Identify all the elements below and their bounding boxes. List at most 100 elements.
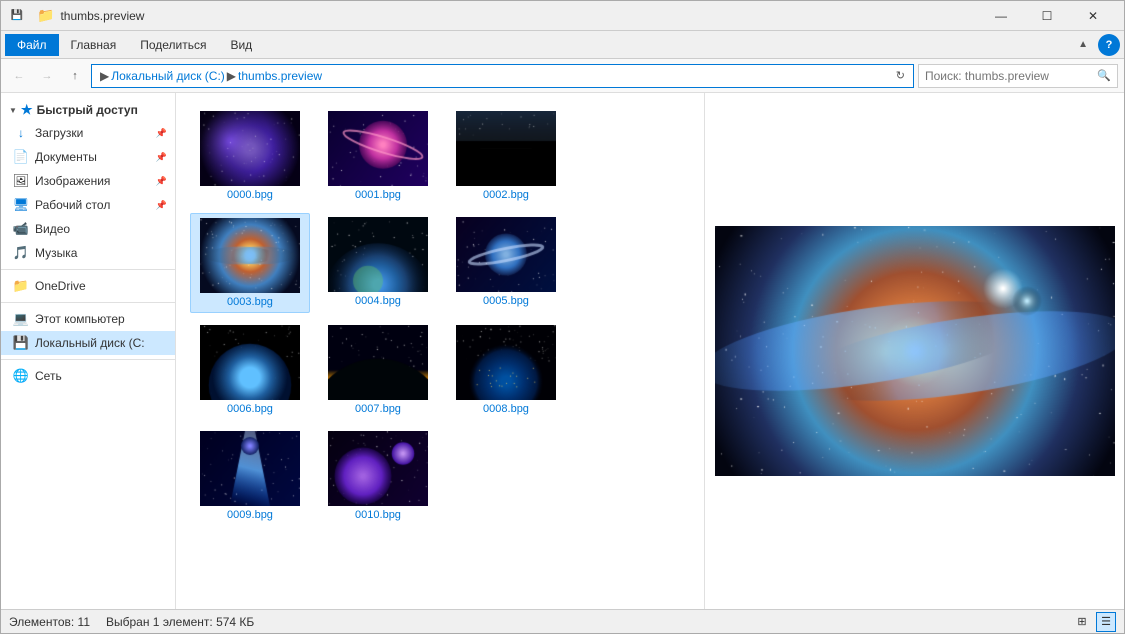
preview-canvas (715, 226, 1115, 476)
thumb-label-10: 0010.bpg (355, 509, 401, 521)
sidebar-divider-3 (1, 359, 175, 360)
sidebar-label-documents: Документы (35, 150, 150, 164)
sidebar-divider-1 (1, 269, 175, 270)
status-right: ⊞ ☰ (1072, 612, 1116, 632)
menu-share[interactable]: Поделиться (128, 34, 218, 56)
sidebar-item-onedrive[interactable]: 📁 OneDrive (1, 274, 175, 298)
thumb-label-1: 0001.bpg (355, 189, 401, 201)
search-icon[interactable]: 🔍 (1097, 69, 1111, 82)
sidebar-item-this-pc[interactable]: 💻 Этот компьютер (1, 307, 175, 331)
nav-back-button[interactable]: ← (7, 64, 31, 88)
menu-bar: Файл Главная Поделиться Вид ▲ ? (1, 31, 1124, 59)
file-item-9[interactable]: 0009.bpg (190, 427, 310, 525)
file-item-7[interactable]: 0007.bpg (318, 321, 438, 419)
nav-forward-button[interactable]: → (35, 64, 59, 88)
file-item-5[interactable]: 0005.bpg (446, 213, 566, 313)
sidebar-divider-2 (1, 302, 175, 303)
menu-chevron-icon[interactable]: ▲ (1072, 35, 1094, 54)
pin-icon-downloads: 📌 (156, 128, 167, 139)
file-item-1[interactable]: 0001.bpg (318, 107, 438, 205)
address-path: ▶ Локальный диск (C:) ▶ thumbs.preview (100, 69, 322, 83)
menu-file[interactable]: Файл (5, 34, 59, 56)
downloads-icon: ↓ (13, 125, 29, 141)
desktop-icon: 🖥 (13, 197, 29, 213)
sidebar-item-downloads[interactable]: ↓ Загрузки 📌 (1, 121, 175, 145)
sidebar-item-desktop[interactable]: 🖥 Рабочий стол 📌 (1, 193, 175, 217)
sidebar-item-music[interactable]: 🎵 Музыка (1, 241, 175, 265)
thumb-label-8: 0008.bpg (483, 403, 529, 415)
menu-right-icons: ▲ ? (1072, 34, 1120, 56)
documents-icon: 📄 (13, 149, 29, 165)
sidebar-label-onedrive: OneDrive (35, 279, 167, 293)
search-box: 🔍 (918, 64, 1118, 88)
view-list-button[interactable]: ☰ (1096, 612, 1116, 632)
quick-access-header[interactable]: ▼ ★ Быстрый доступ (1, 99, 175, 121)
pin-icon-images: 📌 (156, 176, 167, 187)
menu-help-button[interactable]: ? (1098, 34, 1120, 56)
sidebar-label-images: Изображения (35, 174, 150, 188)
thumb-label-0: 0000.bpg (227, 189, 273, 201)
thumb-label-4: 0004.bpg (355, 295, 401, 307)
title-bar: 💾 📁 thumbs.preview — ☐ ✕ (1, 1, 1124, 31)
sidebar-item-network[interactable]: 🌐 Сеть (1, 364, 175, 388)
thumb-label-5: 0005.bpg (483, 295, 529, 307)
file-item-0[interactable]: 0000.bpg (190, 107, 310, 205)
video-icon: 📹 (13, 221, 29, 237)
sidebar-label-downloads: Загрузки (35, 126, 150, 140)
item-count: Элементов: 11 (9, 615, 90, 629)
file-content: 0000.bpg 0001.bpg 0002.bpg 0003.bpg 0004.bpg… (176, 93, 704, 609)
close-button[interactable]: ✕ (1070, 1, 1116, 31)
sidebar-item-local-disk[interactable]: 💾 Локальный диск (C: (1, 331, 175, 355)
onedrive-icon: 📁 (13, 278, 29, 294)
thumb-label-7: 0007.bpg (355, 403, 401, 415)
file-item-2[interactable]: 0002.bpg (446, 107, 566, 205)
quick-access-chevron: ▼ (9, 106, 17, 115)
file-item-6[interactable]: 0006.bpg (190, 321, 310, 419)
thumb-canvas-1 (328, 111, 428, 186)
sidebar-label-music: Музыка (35, 246, 167, 260)
view-large-icons-button[interactable]: ⊞ (1072, 612, 1092, 632)
main-area: ▼ ★ Быстрый доступ ↓ Загрузки 📌 📄 Докуме… (1, 93, 1124, 609)
thumb-label-9: 0009.bpg (227, 509, 273, 521)
thumb-canvas-4 (328, 217, 428, 292)
thumb-canvas-2 (456, 111, 556, 186)
title-save-icon[interactable]: 💾 (9, 8, 25, 24)
address-refresh-icon[interactable]: ↻ (896, 69, 905, 82)
path-folder[interactable]: thumbs.preview (238, 69, 322, 83)
preview-panel (704, 93, 1124, 609)
file-item-10[interactable]: 0010.bpg (318, 427, 438, 525)
file-item-4[interactable]: 0004.bpg (318, 213, 438, 313)
thumb-canvas-5 (456, 217, 556, 292)
search-input[interactable] (925, 69, 1093, 83)
path-disk[interactable]: Локальный диск (C:) (111, 69, 225, 83)
maximize-button[interactable]: ☐ (1024, 1, 1070, 31)
menu-view[interactable]: Вид (218, 34, 264, 56)
pin-icon-desktop: 📌 (156, 200, 167, 211)
sidebar-item-images[interactable]: 🖼 Изображения 📌 (1, 169, 175, 193)
quick-access-label: Быстрый доступ (37, 103, 138, 117)
address-bar: ← → ↑ ▶ Локальный диск (C:) ▶ thumbs.pre… (1, 59, 1124, 93)
this-pc-icon: 💻 (13, 311, 29, 327)
title-bar-left-icons: 💾 (9, 8, 25, 24)
music-icon: 🎵 (13, 245, 29, 261)
file-item-3[interactable]: 0003.bpg (190, 213, 310, 313)
images-icon: 🖼 (13, 173, 29, 189)
nav-up-button[interactable]: ↑ (63, 64, 87, 88)
disk-icon: 💾 (13, 335, 29, 351)
title-folder-icon: 📁 (37, 7, 54, 24)
minimize-button[interactable]: — (978, 1, 1024, 31)
window-title: thumbs.preview (60, 9, 972, 23)
sidebar-label-video: Видео (35, 222, 167, 236)
thumb-canvas-6 (200, 325, 300, 400)
pin-icon-documents: 📌 (156, 152, 167, 163)
menu-home[interactable]: Главная (59, 34, 129, 56)
status-bar: Элементов: 11 Выбран 1 элемент: 574 КБ ⊞… (1, 609, 1124, 633)
address-input[interactable]: ▶ Локальный диск (C:) ▶ thumbs.preview ↻ (91, 64, 914, 88)
file-item-8[interactable]: 0008.bpg (446, 321, 566, 419)
sidebar-label-this-pc: Этот компьютер (35, 312, 167, 326)
thumb-canvas-10 (328, 431, 428, 506)
thumb-label-2: 0002.bpg (483, 189, 529, 201)
sidebar-item-video[interactable]: 📹 Видео (1, 217, 175, 241)
thumb-canvas-3 (200, 218, 300, 293)
sidebar-item-documents[interactable]: 📄 Документы 📌 (1, 145, 175, 169)
